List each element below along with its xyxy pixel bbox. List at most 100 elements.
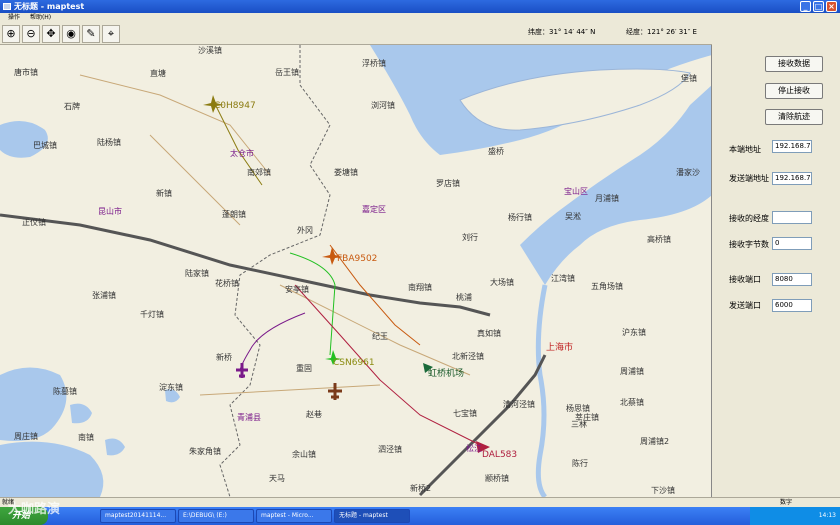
flight-label-c0h8947[interactable]: C0H8947	[214, 101, 256, 111]
minimize-button[interactable]: _	[800, 1, 811, 12]
clear-track-button[interactable]: 清除航迹	[765, 109, 823, 125]
town-label: 陆杨镇	[97, 138, 121, 147]
select-icon[interactable]: ⌖	[102, 25, 120, 43]
map-canvas[interactable]	[0, 45, 712, 497]
railway	[0, 213, 491, 317]
recv-bytes-field[interactable]: 0	[772, 237, 812, 250]
maximize-button[interactable]: □	[813, 1, 824, 12]
town-label: 沙溪镇	[198, 46, 222, 55]
town-label: 直塘	[150, 69, 166, 78]
lake-small-2	[105, 438, 125, 456]
recv-bytes-label: 接收字节数	[729, 240, 769, 249]
town-label: 淀东镇	[159, 383, 183, 392]
stop-receive-button[interactable]: 停止接收	[765, 83, 823, 99]
town-label: 罗店镇	[436, 179, 460, 188]
town-label: 周浦镇2	[640, 437, 670, 446]
town-label: 娄塘镇	[334, 168, 358, 177]
town-label: 新桥	[216, 353, 232, 362]
town-label: 沪东镇	[622, 328, 646, 337]
town-label: 蓬朗镇	[222, 210, 246, 219]
aircraft-brown-icon	[328, 383, 342, 400]
city-label: 宝山区	[564, 187, 588, 196]
town-label: 真如镇	[477, 329, 501, 338]
town-label: 周浦镇	[620, 367, 644, 376]
town-label: 莘庄镇	[575, 413, 599, 422]
town-label: 重固	[296, 364, 312, 373]
airport-label: 虹桥机场	[428, 369, 465, 379]
clock: 14:13	[818, 512, 836, 519]
town-label: 颛桥镇	[485, 474, 509, 483]
pencil-icon[interactable]: ✎	[82, 25, 100, 43]
town-label: 南郊镇	[247, 168, 271, 177]
aircraft-purple-icon	[236, 363, 248, 378]
town-label: 江湾镇	[551, 274, 575, 283]
send-port-label: 发送端口	[729, 301, 761, 310]
town-label: 陈墓镇	[53, 387, 77, 396]
zoom-out-icon[interactable]: ⊖	[22, 25, 40, 43]
town-label: 石牌	[64, 102, 80, 111]
town-label: 刘行	[462, 233, 478, 242]
menu-item-help[interactable]: 帮助(H)	[30, 14, 51, 21]
pan-icon[interactable]: ✥	[42, 25, 60, 43]
town-label: 花桥镇	[215, 279, 239, 288]
flight-label-csn6961[interactable]: CSN6961	[333, 358, 375, 368]
taskbar-item[interactable]: E:\DEBUG\ (E:)	[178, 509, 254, 523]
town-label: 陆家镇	[185, 269, 209, 278]
close-button[interactable]: ×	[826, 1, 837, 12]
city-label: 太仓市	[230, 149, 254, 158]
town-label: 张浦镇	[92, 291, 116, 300]
town-label: 泗泾镇	[378, 445, 402, 454]
town-label: 唐市镇	[14, 68, 38, 77]
city-label: 上海市	[546, 343, 574, 353]
globe-icon[interactable]: ◉	[62, 25, 80, 43]
town-label: 七宝镇	[453, 409, 477, 418]
town-label: 新镇	[156, 189, 172, 198]
status-bar: 就绪 数字	[0, 497, 840, 507]
town-label: 北蔡镇	[620, 398, 644, 407]
town-label: 杨行镇	[508, 213, 532, 222]
taskbar-item-active[interactable]: 无标题 - maptest	[334, 509, 410, 523]
track-purple	[239, 312, 306, 371]
receive-data-button[interactable]: 接收数据	[765, 56, 823, 72]
recv-port-label: 接收端口	[729, 275, 761, 284]
dianshan-lake	[0, 367, 67, 441]
control-panel: 接收数据 停止接收 清除航迹 本端地址 192.168.7.2 发送端地址 19…	[713, 23, 840, 497]
window-title: 无标题 - maptest	[14, 2, 85, 11]
latitude-readout: 纬度：31° 14′ 44″ N	[528, 28, 596, 36]
town-label: 高桥镇	[647, 235, 671, 244]
boundary-line	[219, 45, 331, 497]
recv-port-field[interactable]: 8080	[772, 273, 812, 286]
recv-lon-field[interactable]	[772, 211, 812, 224]
town-label: 巴城镇	[33, 141, 57, 150]
town-label: 南镇	[78, 433, 94, 442]
taskbar-item[interactable]: maptest - Micro...	[256, 509, 332, 523]
town-label: 五角场镇	[591, 282, 623, 291]
town-label: 下沙镇	[651, 486, 675, 495]
city-label: 青浦县	[237, 413, 261, 422]
town-label: 浮桥镇	[362, 59, 386, 68]
road-4	[199, 384, 381, 396]
town-label: 大场镇	[490, 278, 514, 287]
zoom-in-icon[interactable]: ⊕	[2, 25, 20, 43]
huangpu-river	[535, 284, 548, 497]
town-label: 千灯镇	[140, 310, 164, 319]
send-port-field[interactable]: 6000	[772, 299, 812, 312]
track-dal583	[294, 284, 481, 446]
flight-label-dal583[interactable]: DAL583	[482, 450, 517, 460]
town-label: 天马	[269, 474, 285, 483]
title-bar: 无标题 - maptest _ □ ×	[0, 0, 840, 13]
town-label: 纪王	[372, 332, 388, 341]
town-label: 浏河镇	[371, 101, 395, 110]
taskbar-item[interactable]: maptest20141114...	[100, 509, 176, 523]
local-address-field[interactable]: 192.168.7.2	[772, 140, 812, 153]
menu-item-operate[interactable]: 操作	[8, 14, 20, 21]
local-address-label: 本端地址	[729, 145, 761, 154]
map-toolbar: ⊕ ⊖ ✥ ◉ ✎ ⌖ 纬度：31° 14′ 44″ N 经度：121° 26′…	[0, 23, 712, 45]
flight-label-fba9502[interactable]: FBA9502	[337, 254, 377, 264]
city-label: 松江	[466, 444, 482, 453]
map-view[interactable]: C0H8947 FBA9502 CSN6961 DAL583 昆山市 太仓市 嘉…	[0, 45, 712, 497]
town-label: 桃浦	[456, 293, 472, 302]
road-2	[279, 284, 471, 376]
send-address-field[interactable]: 192.168.7.1	[772, 172, 812, 185]
taskbar: 开始 maptest20141114... E:\DEBUG\ (E:) map…	[0, 507, 840, 525]
